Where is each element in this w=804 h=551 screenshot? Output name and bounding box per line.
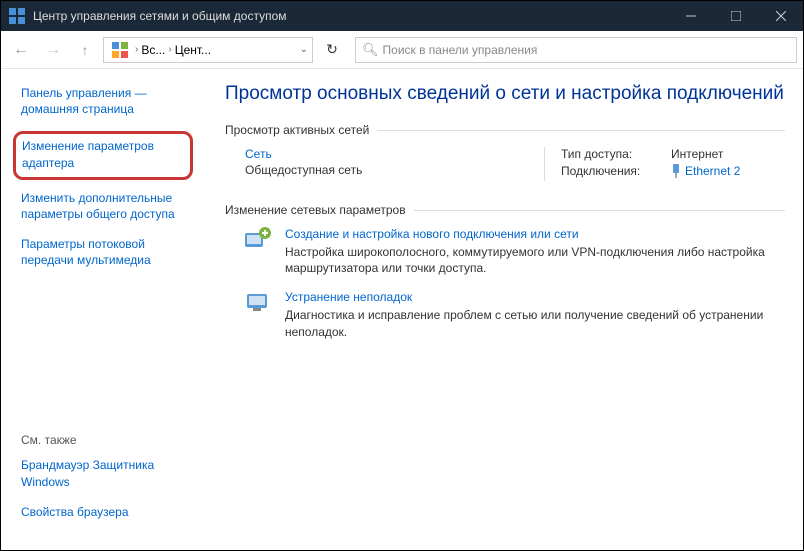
minimize-button[interactable] [668,1,713,31]
network-identity: Сеть Общедоступная сеть [245,147,545,181]
navbar: ← → ↑ › Вс... › Цент... ⌄ ↻ 🔍︎ Поиск в п… [1,31,803,69]
search-placeholder: Поиск в панели управления [383,43,538,57]
app-icon [9,8,25,24]
change-settings-label: Изменение сетевых параметров [225,203,785,217]
search-input[interactable]: 🔍︎ Поиск в панели управления [355,37,797,63]
window-title: Центр управления сетями и общим доступом [33,9,668,23]
breadcrumb-dropdown[interactable]: ⌄ [300,44,308,55]
troubleshoot-icon [245,290,273,314]
breadcrumb-item[interactable]: Цент... [175,43,211,57]
sidebar-sharing-settings[interactable]: Изменить дополнительные параметры общего… [21,190,193,222]
refresh-button[interactable]: ↻ [317,37,347,63]
sidebar-media-streaming[interactable]: Параметры потоковой передачи мультимедиа [21,236,193,268]
breadcrumb-sep: › [168,44,171,55]
new-connection-option: Создание и настройка нового подключения … [245,227,785,276]
see-also-label: См. также [21,433,193,447]
up-button[interactable]: ↑ [71,36,99,64]
connections-label: Подключения: [561,164,671,178]
connection-link[interactable]: Ethernet 2 [671,164,740,178]
troubleshoot-link[interactable]: Устранение неполадок [285,290,785,304]
sidebar-firewall[interactable]: Брандмауэр Защитника Windows [21,457,193,489]
page-title: Просмотр основных сведений о сети и наст… [225,83,785,105]
main-content: Просмотр основных сведений о сети и наст… [203,69,803,550]
sidebar-adapter-settings[interactable]: Изменение параметров адаптера [22,138,182,170]
highlight-annotation: Изменение параметров адаптера [13,131,193,179]
ethernet-icon [671,164,681,178]
network-type: Общедоступная сеть [245,163,534,177]
breadcrumb-item[interactable]: Вс... [141,43,165,57]
breadcrumb-sep: › [135,44,138,55]
network-details: Тип доступа: Интернет Подключения: Ether… [545,147,740,181]
network-name[interactable]: Сеть [245,147,534,161]
active-networks-label: Просмотр активных сетей [225,123,785,137]
access-type-value: Интернет [671,147,723,161]
control-panel-icon [112,42,128,58]
sidebar-home[interactable]: Панель управления — домашняя страница [21,85,193,117]
access-type-label: Тип доступа: [561,147,671,161]
active-network-row: Сеть Общедоступная сеть Тип доступа: Инт… [245,147,785,181]
search-icon: 🔍︎ [362,42,379,58]
sidebar-browser-props[interactable]: Свойства браузера [21,504,193,520]
maximize-button[interactable] [713,1,758,31]
breadcrumb[interactable]: › Вс... › Цент... ⌄ [103,37,313,63]
new-connection-desc: Настройка широкополосного, коммутируемог… [285,244,785,276]
forward-button[interactable]: → [39,36,67,64]
titlebar: Центр управления сетями и общим доступом [1,1,803,31]
body: Панель управления — домашняя страница Из… [1,69,803,550]
troubleshoot-option: Устранение неполадок Диагностика и испра… [245,290,785,339]
close-button[interactable] [758,1,803,31]
new-connection-link[interactable]: Создание и настройка нового подключения … [285,227,785,241]
sidebar: Панель управления — домашняя страница Из… [1,69,203,550]
back-button[interactable]: ← [7,36,35,64]
new-connection-icon [245,227,273,251]
troubleshoot-desc: Диагностика и исправление проблем с сеть… [285,307,785,339]
